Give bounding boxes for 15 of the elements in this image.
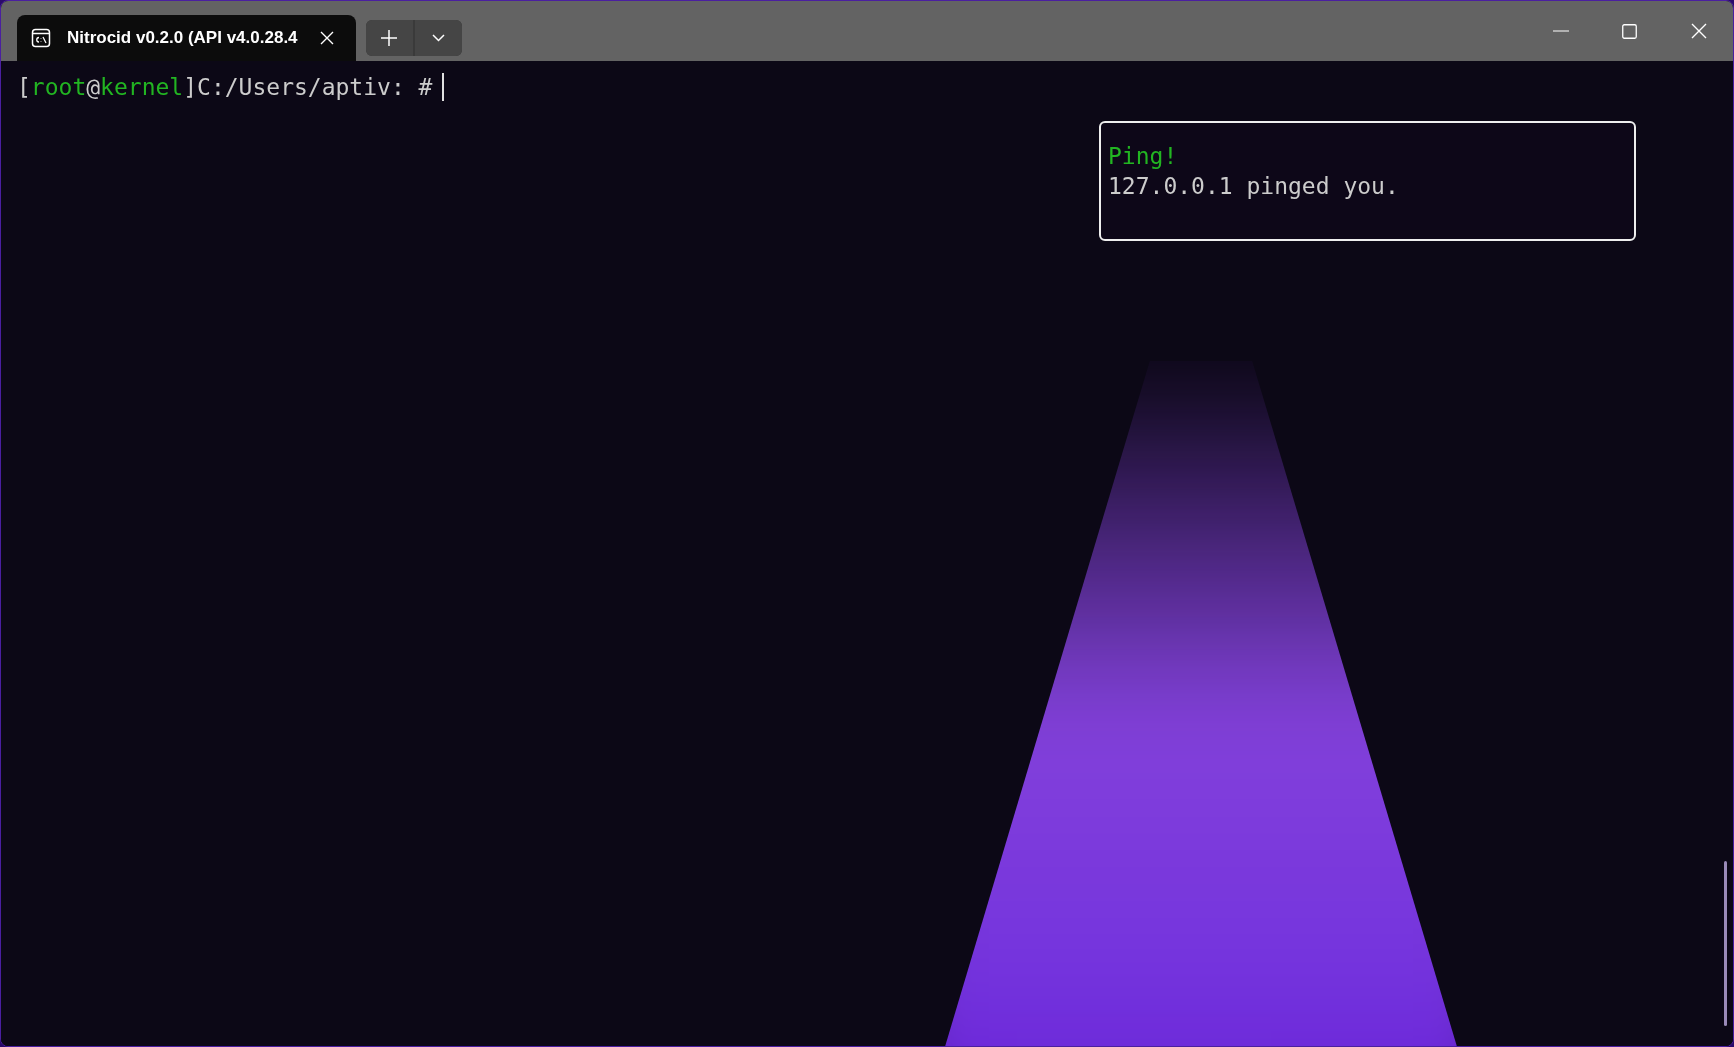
close-icon — [1690, 23, 1707, 39]
text-cursor — [442, 73, 445, 101]
tab-title: Nitrocid v0.2.0 (API v4.0.28.4 — [67, 28, 298, 48]
command-prompt-icon — [31, 28, 51, 48]
shell-prompt: [root@kernel]C:/Users/aptiv: # — [17, 74, 433, 100]
scrollbar-thumb[interactable] — [1724, 861, 1727, 1026]
terminal-tab[interactable]: Nitrocid v0.2.0 (API v4.0.28.4 — [17, 15, 356, 61]
notification-title: Ping! — [1108, 142, 1179, 171]
chevron-down-icon — [431, 34, 445, 42]
close-tab-icon[interactable] — [319, 31, 334, 45]
new-tab-button[interactable] — [365, 20, 413, 56]
notification-message: 127.0.0.1 pinged you. — [1108, 172, 1400, 201]
minimize-icon — [1552, 30, 1569, 32]
plus-icon — [381, 30, 398, 46]
maximize-icon — [1622, 23, 1637, 39]
